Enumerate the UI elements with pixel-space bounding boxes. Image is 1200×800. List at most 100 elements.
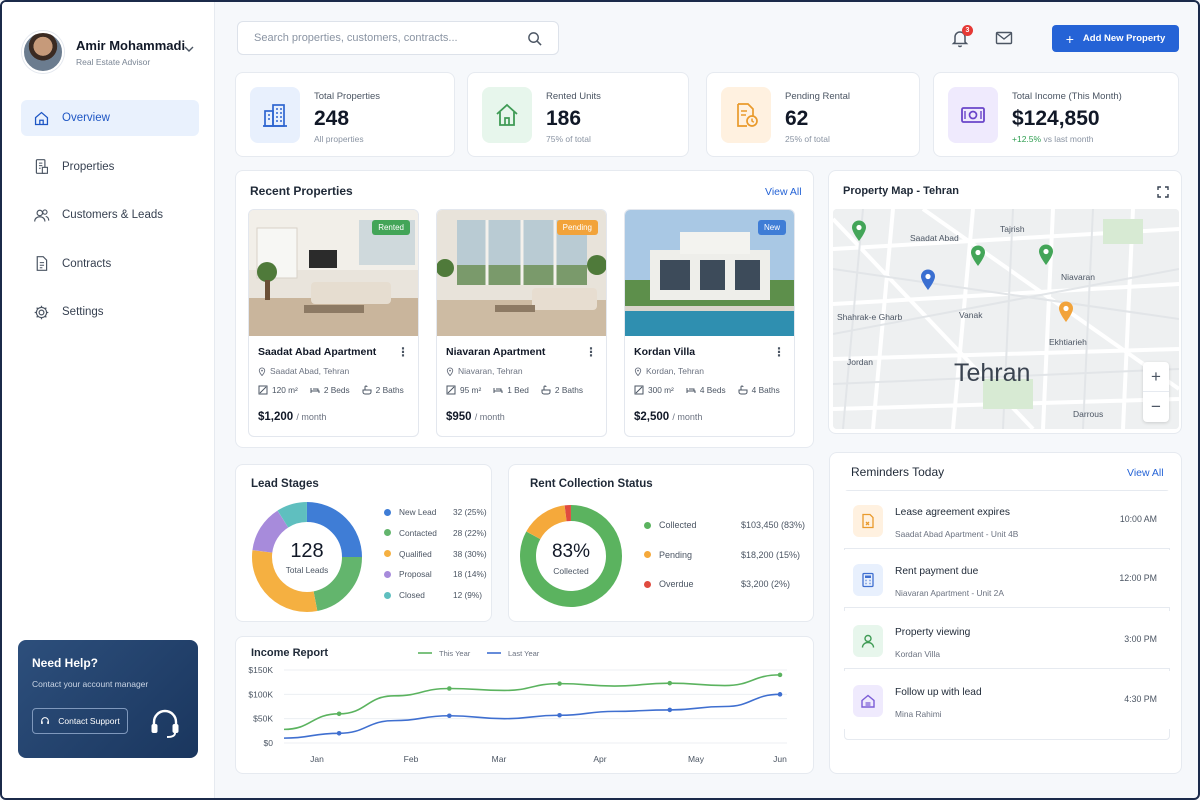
legend-value: 38 (30%) — [453, 548, 487, 559]
y-tick-label: $0 — [264, 738, 274, 748]
buildings-icon — [250, 87, 300, 143]
reminder-item[interactable]: Rent payment due Niavaran Apartment - Un… — [844, 550, 1170, 608]
data-point[interactable] — [447, 686, 452, 691]
contact-support-button[interactable]: Contact Support — [32, 708, 128, 734]
sidebar-item-label: Customers & Leads — [62, 209, 163, 221]
recent-properties-title: Recent Properties — [250, 184, 353, 198]
user-profile[interactable]: Amir Mohammadi Real Estate Advisor — [22, 30, 202, 74]
data-point[interactable] — [667, 680, 673, 686]
series-line — [283, 674, 781, 731]
stat-card-pending-rental[interactable]: Pending Rental 62 25% of total — [706, 72, 920, 157]
search-input[interactable] — [254, 32, 527, 44]
view-all-properties-link[interactable]: View All — [765, 186, 802, 198]
reminder-time: 12:00 PM — [1119, 573, 1157, 583]
map-view[interactable]: Saadat Abad Tajrish Niavaran Shahrak-e G… — [833, 209, 1179, 429]
more-options-icon[interactable]: ⋮ — [397, 345, 409, 359]
map-label: Niavaran — [1061, 272, 1096, 282]
legend-value: 18 (14%) — [453, 569, 487, 580]
avatar — [22, 31, 64, 73]
search-icon[interactable] — [527, 31, 542, 46]
property-features: 300 m² 4 Beds 4 Baths — [634, 385, 792, 395]
map-label: Vanak — [959, 310, 983, 320]
sidebar-item-settings[interactable]: Settings — [21, 294, 199, 330]
stat-card-total-properties[interactable]: Total Properties 248 All properties — [235, 72, 455, 157]
property-card[interactable]: Rented Saadat Abad Apartment ⋮ Saadat Ab… — [248, 209, 419, 437]
map-zoom-controls: + − — [1143, 362, 1169, 422]
beds-text: 4 Beds — [699, 385, 726, 395]
data-point[interactable] — [336, 730, 342, 736]
house-check-icon — [853, 685, 883, 717]
contract-icon — [36, 256, 48, 271]
map-label: Ekhtiarieh — [1049, 337, 1087, 347]
data-point[interactable] — [777, 672, 783, 678]
donut-segment[interactable] — [313, 556, 362, 612]
search-bar[interactable] — [237, 21, 559, 55]
fullscreen-icon[interactable] — [1157, 186, 1169, 198]
sidebar-item-customers[interactable]: Customers & Leads — [21, 197, 199, 233]
legend-dot — [644, 521, 651, 529]
x-tick-label: Jan — [310, 754, 324, 764]
more-options-icon[interactable]: ⋮ — [585, 345, 597, 359]
map-pin-icon[interactable] — [1058, 301, 1074, 323]
map-pin-icon[interactable] — [920, 269, 936, 291]
zoom-out-button[interactable]: − — [1143, 392, 1169, 422]
data-point[interactable] — [557, 681, 562, 686]
donut-segment[interactable] — [277, 502, 308, 528]
area-text: 120 m² — [272, 385, 298, 395]
bath-icon — [541, 385, 551, 395]
stat-value: 62 — [785, 107, 809, 130]
legend-item: Contacted — [384, 528, 437, 538]
donut-segment[interactable] — [526, 505, 568, 540]
income-line-chart: $0 $50K $100K $150K Jan Feb Mar Apr May Jun This Y… — [248, 649, 787, 764]
chevron-down-icon[interactable] — [182, 42, 196, 56]
data-point[interactable] — [447, 713, 452, 719]
price-value: $950 — [446, 411, 472, 423]
document-clock-icon — [721, 87, 771, 143]
property-name: Kordan Villa — [634, 346, 696, 358]
reminders-title: Reminders Today — [851, 465, 945, 479]
property-name: Niavaran Apartment — [446, 346, 546, 358]
user-role: Real Estate Advisor — [76, 56, 151, 67]
property-card[interactable]: Pending Niavaran Apartment ⋮ Niavaran, T… — [436, 209, 607, 437]
stat-value: 186 — [546, 107, 582, 130]
legend-label: Pending — [659, 549, 693, 560]
sidebar-item-properties[interactable]: Properties — [21, 149, 199, 185]
legend-label: New Lead — [399, 507, 437, 517]
data-point[interactable] — [667, 707, 673, 713]
data-point[interactable] — [557, 712, 562, 718]
data-point[interactable] — [336, 711, 342, 717]
data-point[interactable] — [777, 692, 783, 697]
bed-icon — [686, 388, 696, 393]
map-pin-icon[interactable] — [1038, 244, 1054, 266]
stat-card-total-income[interactable]: Total Income (This Month) $124,850 +12.5… — [933, 72, 1179, 157]
bed-icon — [493, 388, 503, 393]
reminder-time: 4:30 PM — [1124, 694, 1157, 704]
property-card[interactable]: New Kordan Villa ⋮ Kordan, Tehran 300 m²… — [624, 209, 795, 437]
legend-dot — [384, 508, 391, 516]
reminder-subtitle: Mina Rahimi — [895, 709, 942, 719]
map-pin-icon[interactable] — [851, 220, 867, 242]
map-pin-icon[interactable] — [970, 245, 986, 267]
view-all-reminders-link[interactable]: View All — [1127, 467, 1164, 479]
reminder-item[interactable]: Property viewing Kordan Villa 3:00 PM — [844, 611, 1170, 669]
map-label: Darrous — [1073, 409, 1104, 419]
legend-item: Closed — [384, 590, 425, 600]
notification-badge: 3 — [962, 25, 973, 36]
mail-icon[interactable] — [995, 30, 1013, 46]
map-title: Property Map - Tehran — [843, 185, 959, 197]
property-features: 120 m² 2 Beds 2 Baths — [258, 385, 416, 395]
legend-label: This Year — [439, 649, 471, 658]
add-property-button[interactable]: + Add New Property — [1052, 25, 1179, 52]
x-tick-label: Feb — [404, 754, 419, 764]
more-options-icon[interactable]: ⋮ — [773, 345, 785, 359]
sidebar-item-overview[interactable]: Overview — [21, 100, 199, 136]
reminder-item[interactable]: Follow up with lead Mina Rahimi 4:30 PM — [844, 671, 1170, 729]
baths-text: 2 Baths — [554, 385, 584, 395]
zoom-in-button[interactable]: + — [1143, 362, 1169, 392]
contact-support-label: Contact Support — [58, 716, 120, 726]
stat-card-rented-units[interactable]: Rented Units 186 75% of total — [467, 72, 689, 157]
sidebar-item-contracts[interactable]: Contracts — [21, 246, 199, 282]
stat-sub: All properties — [314, 134, 364, 144]
reminder-item[interactable]: Lease agreement expires Saadat Abad Apar… — [844, 491, 1170, 549]
sidebar-nav: Overview Properties Customers & Leads Co… — [21, 100, 199, 343]
